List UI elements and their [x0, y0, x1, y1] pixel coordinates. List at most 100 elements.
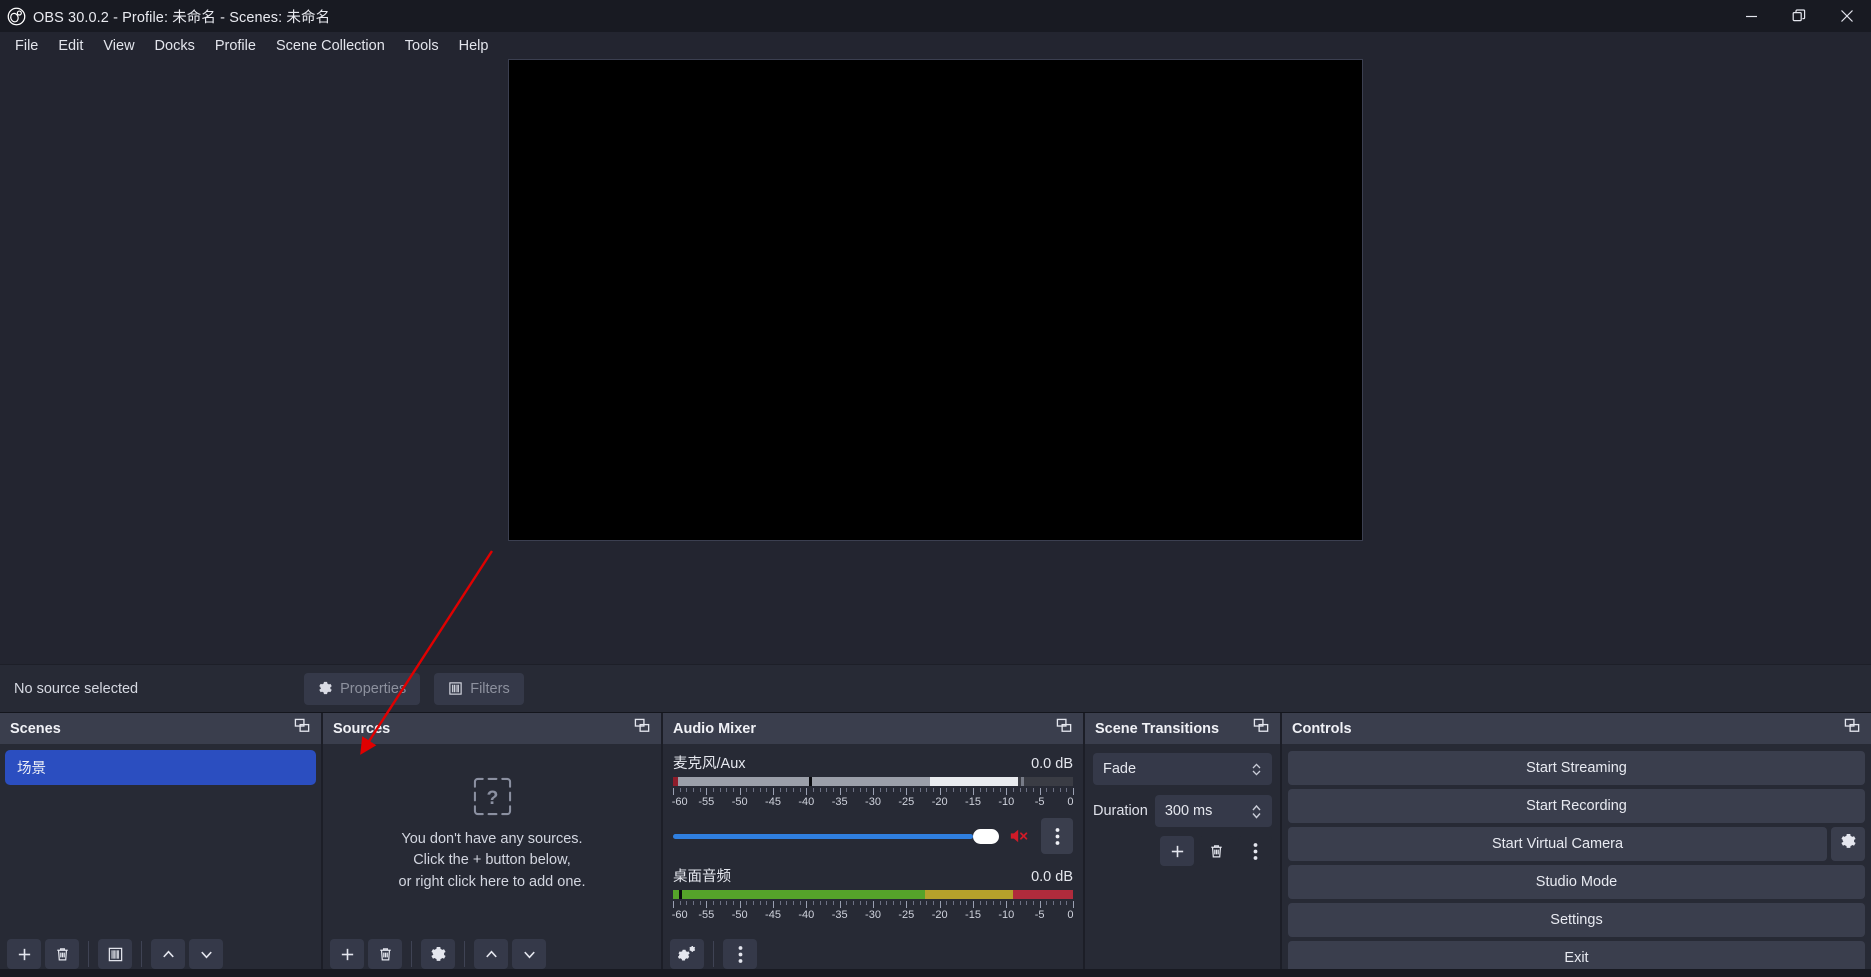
- meter-tick-minor: [826, 901, 828, 905]
- menu-file[interactable]: File: [5, 34, 48, 58]
- audio-advanced-properties-button[interactable]: [670, 939, 704, 969]
- meter-scale-label: -15: [965, 909, 981, 921]
- meter-tick-minor: [926, 788, 928, 792]
- settings-button[interactable]: Settings: [1288, 903, 1865, 937]
- add-transition-button[interactable]: [1160, 836, 1194, 866]
- audio-menu-button[interactable]: [723, 939, 757, 969]
- undock-icon[interactable]: [1844, 718, 1861, 739]
- add-scene-button[interactable]: [7, 939, 41, 969]
- scenes-dock-title: Scenes: [0, 713, 321, 744]
- meter-tick-minor: [766, 901, 768, 905]
- meter-tick-minor: [813, 788, 814, 792]
- preview-canvas[interactable]: [508, 59, 1363, 541]
- add-source-button[interactable]: [330, 939, 364, 969]
- menu-scene-collection[interactable]: Scene Collection: [266, 34, 395, 58]
- meter-tick-minor: [913, 901, 914, 905]
- menu-docks[interactable]: Docks: [145, 34, 205, 58]
- audio-mixer-body: 麦克风/Aux 0.0 dB -60 -55 -50 -45 -40 -35 -…: [663, 744, 1083, 931]
- undock-icon[interactable]: [294, 718, 311, 739]
- controls-body: Start Streaming Start Recording Start Vi…: [1282, 744, 1871, 977]
- meter-tick-minor: [786, 788, 788, 792]
- spin-arrows-icon[interactable]: [1251, 802, 1262, 821]
- volume-slider-mic[interactable]: [673, 825, 999, 847]
- sources-dock: Sources ? You don't have any sources. Cl…: [323, 713, 663, 977]
- start-virtual-camera-button[interactable]: Start Virtual Camera: [1288, 827, 1827, 861]
- scene-item-label: 场景: [17, 761, 46, 777]
- minimize-button[interactable]: [1727, 0, 1775, 32]
- mixer-track-menu-button-mic[interactable]: [1041, 818, 1073, 854]
- meter-tick-minor: [959, 788, 961, 792]
- meter-tick-minor: [699, 901, 701, 905]
- sources-list-body[interactable]: ? You don't have any sources. Click the …: [323, 744, 661, 931]
- meter-tick-minor: [866, 901, 868, 905]
- meter-tick-major: [773, 901, 774, 908]
- duration-label: Duration: [1093, 803, 1148, 819]
- meter-tick-minor: [986, 788, 988, 792]
- move-source-down-button[interactable]: [512, 939, 546, 969]
- scene-transitions-title-label: Scene Transitions: [1095, 720, 1220, 737]
- undock-icon[interactable]: [634, 718, 651, 739]
- meter-tick-minor: [726, 788, 728, 792]
- meter-tick-minor: [679, 788, 681, 792]
- undock-icon[interactable]: [1253, 718, 1270, 739]
- duration-spinbox[interactable]: 300 ms: [1154, 795, 1272, 827]
- meter-tick-minor: [793, 901, 794, 905]
- sources-empty-text: You don't have any sources. Click the + …: [399, 829, 586, 893]
- scenes-list-body[interactable]: 场景: [0, 744, 321, 931]
- properties-button[interactable]: Properties: [304, 672, 421, 705]
- meter-scale-label: -35: [831, 796, 848, 808]
- restore-button[interactable]: [1775, 0, 1823, 32]
- speaker-muted-icon[interactable]: [1007, 827, 1033, 845]
- source-properties-button[interactable]: [421, 939, 455, 969]
- start-recording-button[interactable]: Start Recording: [1288, 789, 1865, 823]
- meter-tick-minor: [1066, 788, 1068, 792]
- menu-help[interactable]: Help: [449, 34, 499, 58]
- meter-scale-label: -60: [671, 796, 688, 808]
- meter-tick-minor: [853, 788, 854, 792]
- move-source-up-button[interactable]: [474, 939, 508, 969]
- move-scene-down-button[interactable]: [189, 939, 223, 969]
- meter-scale-label: -25: [898, 909, 915, 921]
- menu-tools[interactable]: Tools: [395, 34, 449, 58]
- meter-tick-major: [973, 901, 974, 908]
- meter-tick-minor: [719, 901, 721, 905]
- meter-tick-major: [673, 788, 674, 795]
- meter-fill-mid: [930, 777, 1018, 786]
- meter-tick-major: [1039, 901, 1041, 908]
- filters-button[interactable]: Filters: [434, 672, 524, 705]
- meter-scale-label: -5: [1034, 796, 1045, 808]
- meter-tick-minor: [833, 788, 834, 792]
- sources-empty-state: ? You don't have any sources. Click the …: [323, 744, 661, 931]
- meter-tick-major: [839, 788, 841, 795]
- remove-transition-button[interactable]: [1199, 836, 1233, 866]
- menu-edit[interactable]: Edit: [48, 34, 93, 58]
- menu-profile[interactable]: Profile: [205, 34, 266, 58]
- undock-icon[interactable]: [1056, 718, 1073, 739]
- scene-filters-button[interactable]: [98, 939, 132, 969]
- status-bar: [0, 969, 1871, 977]
- remove-source-button[interactable]: [368, 939, 402, 969]
- studio-mode-button[interactable]: Studio Mode: [1288, 865, 1865, 899]
- meter-tick-minor: [799, 901, 801, 905]
- meter-tick-minor: [1013, 788, 1014, 792]
- meter-tick-minor: [719, 788, 721, 792]
- meter-tick-minor: [893, 788, 894, 792]
- meter-tick-minor: [746, 901, 748, 905]
- menu-view[interactable]: View: [93, 34, 144, 58]
- move-scene-up-button[interactable]: [151, 939, 185, 969]
- virtual-camera-config-button[interactable]: [1831, 827, 1865, 861]
- transition-select[interactable]: Fade: [1093, 753, 1272, 785]
- transition-menu-button[interactable]: [1238, 836, 1272, 866]
- meter-tick-minor: [726, 901, 728, 905]
- meter-tick-minor: [899, 788, 901, 792]
- scene-item[interactable]: 场景: [5, 750, 316, 785]
- meter-scale-label: -10: [998, 909, 1015, 921]
- meter-fill-high: [1018, 777, 1073, 786]
- preview-area[interactable]: [0, 59, 1871, 664]
- meter-tick-minor: [966, 901, 968, 905]
- start-streaming-button[interactable]: Start Streaming: [1288, 751, 1865, 785]
- close-button[interactable]: [1823, 0, 1871, 32]
- slider-knob[interactable]: [973, 829, 999, 844]
- remove-scene-button[interactable]: [45, 939, 79, 969]
- scenes-dock: Scenes 场景: [0, 713, 323, 977]
